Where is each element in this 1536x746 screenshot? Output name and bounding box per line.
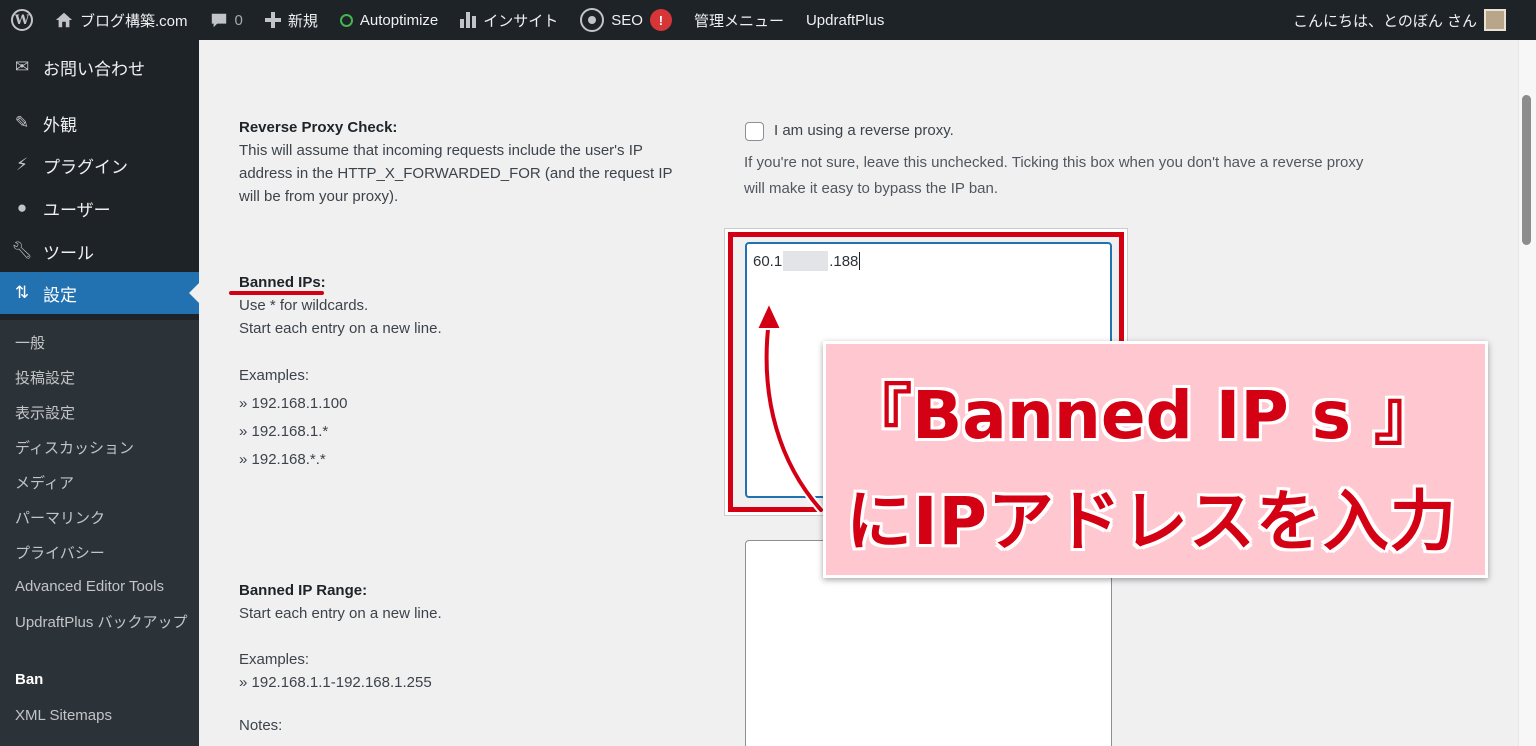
banned-range-desc-line: Start each entry on a new line. <box>239 605 442 622</box>
submenu-item-media[interactable]: メディア <box>15 472 74 493</box>
menu-item-users[interactable]: ● ユーザー <box>0 187 199 229</box>
admin-bar: W ブログ構築.com 0 新規 Autoptimize インサイト SEO !… <box>0 0 1536 40</box>
annotation-callout: 『Banned IP s 』 にIPアドレスを入力 <box>823 341 1488 578</box>
reverse-proxy-desc-line: address in the HTTP_X_FORWARDED_FOR (and… <box>239 165 673 182</box>
updraftplus-link[interactable]: UpdraftPlus <box>795 0 895 40</box>
brush-icon: ✎ <box>14 113 30 132</box>
reverse-proxy-title: Reverse Proxy Check: <box>239 119 398 136</box>
seo-alert-badge: ! <box>649 9 672 31</box>
banned-ips-desc-line: Use * for wildcards. <box>239 297 369 314</box>
admin-menu-label: 管理メニュー <box>693 12 784 30</box>
submenu-item-advanced-editor-tools[interactable]: Advanced Editor Tools <box>15 578 164 595</box>
mail-icon: ✉ <box>14 57 30 76</box>
banned-ips-highlight-underline <box>229 291 324 295</box>
submenu-item-reading[interactable]: 表示設定 <box>15 402 75 423</box>
comments-count: 0 <box>234 11 243 29</box>
menu-item-label: お問い合わせ <box>43 59 145 79</box>
new-content-link[interactable]: 新規 <box>254 0 329 40</box>
autoptimize-label: Autoptimize <box>359 11 439 29</box>
settings-submenu: 一般 投稿設定 表示設定 ディスカッション メディア パーマリンク プライバシー… <box>0 320 199 746</box>
menu-item-label: 設定 <box>43 285 77 305</box>
menu-item-settings[interactable]: ⇅ 設定 <box>0 272 199 314</box>
example-line: » 192.168.1.* <box>239 423 329 440</box>
insight-label: インサイト <box>483 12 559 30</box>
banned-ips-examples: Examples: » 192.168.1.100 » 192.168.1.* … <box>239 362 347 474</box>
home-icon <box>55 12 73 28</box>
submenu-item-xml-sitemaps[interactable]: XML Sitemaps <box>15 707 112 724</box>
plug-icon: ⚡ <box>16 155 28 174</box>
reverse-proxy-help-line: will make it easy to bypass the IP ban. <box>744 180 999 197</box>
my-account-link[interactable]: こんにちは、とのぼん さん <box>1282 0 1536 40</box>
submenu-item-privacy[interactable]: プライバシー <box>15 542 105 563</box>
wordpress-icon: W <box>11 9 33 31</box>
example-line: » 192.168.*.* <box>239 451 326 468</box>
settings-icon: ⇅ <box>14 283 30 302</box>
scrollbar-thumb[interactable] <box>1522 95 1531 245</box>
comments-link[interactable]: 0 <box>199 0 254 40</box>
greeting: こんにちは、とのぼん さん <box>1292 12 1477 30</box>
banned-ips-section-label: Banned IPs: Use * for wildcards. Start e… <box>239 271 442 340</box>
examples-title: Examples: <box>239 367 310 384</box>
banned-ips-desc-line: Start each entry on a new line. <box>239 320 442 337</box>
reverse-proxy-help-line: If you're not sure, leave this unchecked… <box>744 154 1364 171</box>
admin-sidebar: ✉ お問い合わせ ✎ 外観 ⚡ プラグイン ● ユーザー 🔧︎ ツール ⇅ 設定… <box>0 40 199 746</box>
menu-item-plugins[interactable]: ⚡ プラグイン <box>0 144 199 186</box>
reverse-proxy-desc-line: This will assume that incoming requests … <box>239 142 643 159</box>
banned-range-title: Banned IP Range: <box>239 582 368 599</box>
bar-chart-icon <box>460 12 477 28</box>
insight-link[interactable]: インサイト <box>449 0 569 40</box>
reverse-proxy-section-label: Reverse Proxy Check: This will assume th… <box>239 116 673 208</box>
example-line: » 192.168.1.1-192.168.1.255 <box>239 674 432 691</box>
submenu-item-general[interactable]: 一般 <box>15 332 45 353</box>
menu-item-tools[interactable]: 🔧︎ ツール <box>0 230 199 272</box>
callout-line-2: にIPアドレスを入力 <box>846 483 1457 560</box>
plus-icon <box>264 12 281 28</box>
seo-link[interactable]: SEO ! <box>569 0 683 40</box>
page-scrollbar[interactable] <box>1518 40 1536 746</box>
user-icon: ● <box>16 198 28 217</box>
callout-line-1: 『Banned IP s 』 <box>846 377 1440 454</box>
status-ring-icon <box>339 13 353 27</box>
submenu-item-writing[interactable]: 投稿設定 <box>15 367 75 388</box>
menu-item-label: ユーザー <box>43 200 111 220</box>
menu-item-label: プラグイン <box>43 157 128 177</box>
menu-item-contact[interactable]: ✉ お問い合わせ <box>0 46 199 88</box>
updraftplus-label: UpdraftPlus <box>805 11 885 29</box>
submenu-item-updraftplus[interactable]: UpdraftPlus バックアップ <box>15 612 190 633</box>
submenu-item-permalinks[interactable]: パーマリンク <box>15 507 105 528</box>
admin-menu-link[interactable]: 管理メニュー <box>683 0 795 40</box>
examples-title: Examples: <box>239 651 310 668</box>
site-name: ブログ構築.com <box>80 12 188 30</box>
menu-item-label: ツール <box>43 243 94 263</box>
banned-range-notes: Notes: <box>239 714 282 737</box>
seo-label: SEO <box>611 11 643 29</box>
wp-logo-button[interactable]: W <box>0 0 44 40</box>
submenu-item-discussion[interactable]: ディスカッション <box>15 437 134 458</box>
avatar <box>1484 9 1506 31</box>
reverse-proxy-checkbox-label[interactable]: I am using a reverse proxy. <box>774 122 954 139</box>
reverse-proxy-checkbox[interactable] <box>745 122 764 141</box>
submenu-item-ban[interactable]: Ban <box>15 671 43 688</box>
menu-item-appearance[interactable]: ✎ 外観 <box>0 102 199 144</box>
reverse-proxy-desc-line: will be from your proxy). <box>239 188 399 205</box>
example-line: » 192.168.1.100 <box>239 395 348 412</box>
banned-ips-title: Banned IPs: <box>239 274 326 291</box>
comment-icon <box>211 13 226 28</box>
menu-item-label: 外観 <box>43 115 77 135</box>
reverse-proxy-help: If you're not sure, leave this unchecked… <box>744 150 1484 202</box>
banned-range-section-label: Banned IP Range: Start each entry on a n… <box>239 579 442 625</box>
wrench-icon: 🔧︎ <box>11 241 33 260</box>
banned-range-examples: Examples: » 192.168.1.1-192.168.1.255 <box>239 648 432 694</box>
settings-content: Reverse Proxy Check: This will assume th… <box>199 40 1518 746</box>
seo-gear-icon <box>580 8 605 32</box>
new-label: 新規 <box>287 12 318 30</box>
site-name-link[interactable]: ブログ構築.com <box>44 0 199 40</box>
autoptimize-link[interactable]: Autoptimize <box>329 0 449 40</box>
notes-title: Notes: <box>239 717 283 734</box>
